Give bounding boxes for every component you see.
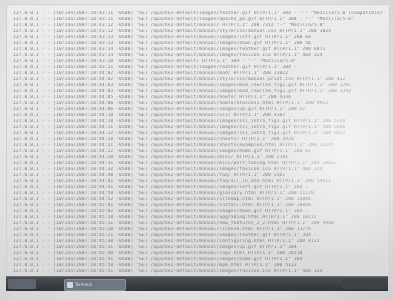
terminal-icon [67,282,73,288]
start-button[interactable] [8,279,36,289]
taskbar: Terminal [6,276,388,291]
system-tray [342,279,386,289]
taskbar-window-label: Terminal [75,282,92,287]
taskbar-window-button[interactable]: Terminal [64,279,126,291]
terminal-screen: 127.0.0.1 - - [10/Jan/2007:18:43:11 -050… [6,4,390,278]
log-line: 127.0.0.1 - - [10/Jan/2007:18:45:51 -050… [13,269,323,274]
